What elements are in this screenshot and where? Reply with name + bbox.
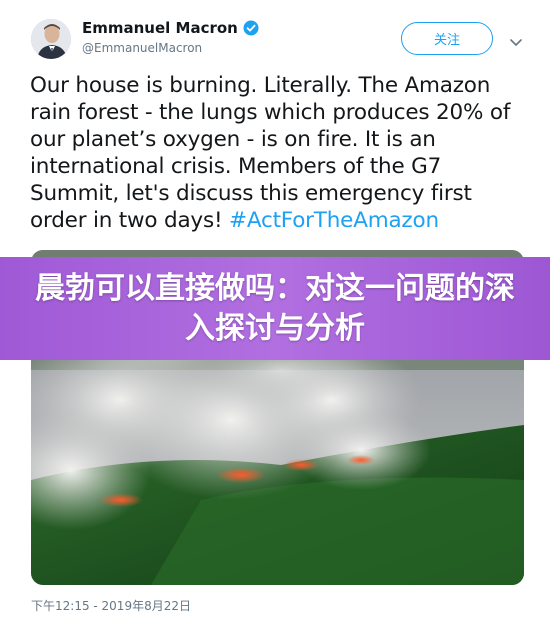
hashtag-link[interactable]: #ActForTheAmazon bbox=[229, 208, 439, 233]
author-name[interactable]: Emmanuel Macron bbox=[82, 19, 259, 37]
tweet-line: order in two days! bbox=[30, 208, 230, 233]
tweet-text: Our house is burning. Literally. The Ama… bbox=[30, 72, 535, 234]
avatar[interactable] bbox=[31, 19, 71, 59]
chevron-down-icon[interactable] bbox=[508, 33, 524, 46]
tweet-line: international crisis. Members of the G7 bbox=[30, 154, 442, 179]
tweet-timestamp[interactable]: 下午12:15 - 2019年8月22日 bbox=[31, 597, 191, 614]
tweet-line: rain forest - the lungs which produces 2… bbox=[30, 100, 511, 125]
author-name-text: Emmanuel Macron bbox=[82, 19, 238, 37]
follow-button[interactable]: 关注 bbox=[401, 22, 493, 55]
verified-badge-icon bbox=[243, 20, 259, 36]
overlay-title: 晨勃可以直接做吗：对这一问题的深入探讨与分析 bbox=[35, 270, 515, 346]
tweet-line: our planet’s oxygen - is on fire. It is … bbox=[30, 127, 436, 152]
tweet-line: Our house is burning. Literally. The Ama… bbox=[30, 73, 491, 98]
tweet-line: Summit, let's discuss this emergency fir… bbox=[30, 181, 472, 206]
tweet-line-last: order in two days! #ActForTheAmazon bbox=[30, 207, 535, 234]
overlay-banner: 晨勃可以直接做吗：对这一问题的深入探讨与分析 bbox=[0, 257, 550, 360]
author-handle[interactable]: @EmmanuelMacron bbox=[82, 41, 202, 55]
